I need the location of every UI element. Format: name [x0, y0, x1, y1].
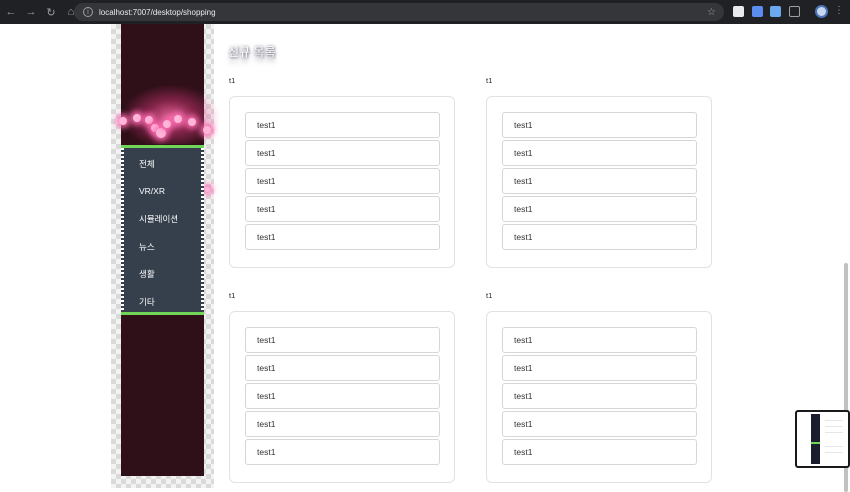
neon-light-decoration	[156, 128, 166, 138]
neon-light-decoration	[119, 117, 127, 125]
reload-icon[interactable]: ↻	[42, 3, 60, 21]
list-item[interactable]: test1	[245, 112, 440, 138]
address-bar[interactable]: i localhost:7007/desktop/shopping ☆	[74, 3, 724, 21]
group-label: t1	[486, 76, 493, 85]
menu-item-news[interactable]: 뉴스	[139, 241, 155, 253]
neon-light-decoration	[163, 120, 171, 128]
group-card: test1 test1 test1 test1 test1	[486, 311, 712, 483]
list-item[interactable]: test1	[502, 168, 697, 194]
thumbnail-line	[825, 420, 843, 421]
menu-item-etc[interactable]: 기타	[139, 296, 155, 308]
list-item[interactable]: test1	[502, 327, 697, 353]
neon-light-decoration	[174, 115, 182, 123]
list-item[interactable]: test1	[502, 411, 697, 437]
thumbnail-sidebar	[811, 414, 820, 464]
group-label: t1	[229, 291, 236, 300]
more-menu-icon[interactable]: ⋮	[834, 5, 844, 16]
page-content: 전체 VR/XR 시뮬레이션 뉴스 생활 기타 신규 목록 t1 test1 t…	[0, 24, 850, 492]
list-item[interactable]: test1	[502, 196, 697, 222]
group-card: test1 test1 test1 test1 test1	[486, 96, 712, 268]
group-card: test1 test1 test1 test1 test1	[229, 311, 455, 483]
url-text: localhost:7007/desktop/shopping	[99, 7, 216, 17]
thumbnail-line	[825, 446, 843, 447]
menu-item-vrxr[interactable]: VR/XR	[139, 186, 165, 196]
menu-item-simulation[interactable]: 시뮬레이션	[139, 213, 178, 225]
list-item[interactable]: test1	[502, 355, 697, 381]
preview-thumbnail[interactable]	[795, 410, 850, 468]
menu-item-all[interactable]: 전체	[139, 158, 155, 170]
list-item[interactable]: test1	[245, 196, 440, 222]
list-item[interactable]: test1	[245, 411, 440, 437]
list-item[interactable]: test1	[245, 439, 440, 465]
thumbnail-line	[825, 426, 843, 427]
extension-icon[interactable]	[770, 6, 781, 17]
menu-item-life[interactable]: 생활	[139, 268, 155, 280]
list-item[interactable]: test1	[502, 439, 697, 465]
neon-light-decoration	[205, 187, 210, 192]
group-label: t1	[486, 291, 493, 300]
neon-light-decoration	[133, 114, 141, 122]
list-item[interactable]: test1	[245, 383, 440, 409]
list-item[interactable]: test1	[245, 224, 440, 250]
browser-toolbar: ← → ↻ ⌂ i localhost:7007/desktop/shoppin…	[0, 0, 850, 24]
list-item[interactable]: test1	[502, 383, 697, 409]
list-item[interactable]: test1	[245, 140, 440, 166]
sidebar: 전체 VR/XR 시뮬레이션 뉴스 생활 기타	[111, 24, 221, 488]
list-item[interactable]: test1	[245, 327, 440, 353]
neon-light-decoration	[188, 118, 196, 126]
list-item[interactable]: test1	[245, 355, 440, 381]
list-item[interactable]: test1	[245, 168, 440, 194]
list-item[interactable]: test1	[502, 112, 697, 138]
neon-light-decoration	[203, 126, 211, 134]
extension-icon[interactable]	[752, 6, 763, 17]
extension-icon[interactable]	[789, 6, 800, 17]
group-label: t1	[229, 76, 236, 85]
back-arrow-icon[interactable]: ←	[2, 3, 20, 21]
forward-arrow-icon[interactable]: →	[22, 3, 40, 21]
group-card: test1 test1 test1 test1 test1	[229, 96, 455, 268]
category-menu: 전체 VR/XR 시뮬레이션 뉴스 생활 기타	[121, 145, 204, 315]
extension-icon[interactable]	[733, 6, 744, 17]
thumbnail-line	[825, 432, 843, 433]
section-title: 신규 목록	[228, 45, 276, 59]
list-item[interactable]: test1	[502, 224, 697, 250]
bookmark-star-icon[interactable]: ☆	[707, 7, 716, 18]
thumbnail-line	[825, 452, 843, 453]
list-item[interactable]: test1	[502, 140, 697, 166]
neon-light-decoration	[145, 116, 153, 124]
thumbnail-accent	[811, 442, 820, 444]
profile-avatar-icon[interactable]	[815, 5, 828, 18]
site-info-icon[interactable]: i	[83, 7, 93, 17]
